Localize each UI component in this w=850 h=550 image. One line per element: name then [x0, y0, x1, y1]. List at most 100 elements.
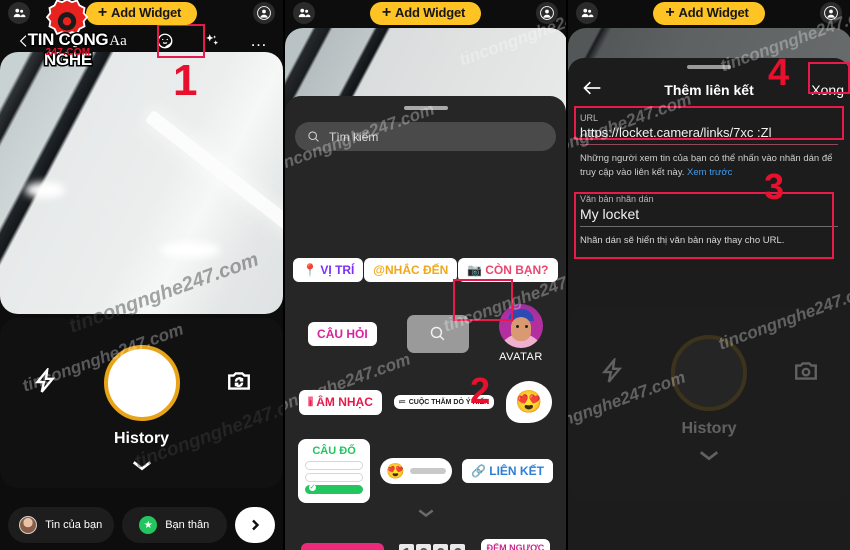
- photo-glow: [160, 242, 220, 258]
- profile-icon[interactable]: [536, 2, 558, 24]
- story-destination-row: Tin của bạn ★ Bạn thân: [0, 506, 283, 544]
- sticker-slider-emoji: 😍: [386, 463, 405, 480]
- search-input[interactable]: Tìm kiếm: [295, 122, 556, 151]
- sheet-grabber[interactable]: [687, 65, 731, 69]
- sticker-button-highlight: [157, 24, 205, 58]
- profile-icon[interactable]: [820, 2, 842, 24]
- chevron-down-icon: [418, 509, 433, 518]
- sticker-reaction[interactable]: 😍: [506, 381, 553, 423]
- search-placeholder: Tìm kiếm: [329, 129, 379, 144]
- arrow-left-icon[interactable]: [582, 80, 602, 101]
- step-badge-4: 4: [768, 52, 790, 94]
- next-button[interactable]: [235, 507, 275, 543]
- sticker-countdown[interactable]: ĐẾM NGƯỢC: [480, 539, 551, 550]
- panel3-topbar: + Add Widget: [568, 0, 850, 26]
- sticker-mention[interactable]: @NHẮC ĐẾN: [364, 258, 458, 282]
- panel-sticker-tray: + Add Widget Tìm kiếm 📍 VỊ TRÍ @NHẮC ĐẾN…: [283, 0, 566, 550]
- sheet-grabber[interactable]: [403, 106, 448, 110]
- sticker-location[interactable]: 📍 VỊ TRÍ: [293, 258, 364, 282]
- clock-digit: 6: [450, 544, 466, 550]
- sticker-row: #HASHTAG 1 0 0 6 ĐẾM NGƯỢC: [285, 539, 566, 550]
- panel2-topbar: + Add Widget: [285, 0, 566, 26]
- camera-controls-area-dimmed: History: [568, 308, 850, 500]
- add-widget-label: Add Widget: [678, 5, 749, 20]
- sticker-row: 📍 VỊ TRÍ @NHẮC ĐẾN 📷 CÒN BẠN?: [285, 258, 566, 282]
- add-widget-button[interactable]: + Add Widget: [369, 1, 482, 25]
- sticker-hashtag[interactable]: #HASHTAG: [300, 543, 384, 550]
- flash-icon: [599, 355, 625, 389]
- screenshot-stage: + Add Widget Aa … 1 History Tin của bạn …: [0, 0, 850, 550]
- sticker-text-highlight: [574, 192, 834, 259]
- add-widget-label: Add Widget: [395, 5, 466, 20]
- photo-glow: [25, 182, 65, 198]
- sticker-row: ⦀ ÂM NHẠC ≔ CUỘC THĂM DÒ Ý KIẾN 😍: [285, 381, 566, 423]
- sticker-clock[interactable]: 1 0 0 6: [399, 544, 466, 550]
- sticker-countdown-label: ĐẾM NGƯỢC: [486, 543, 545, 550]
- avatar: [19, 516, 38, 534]
- camera-controls-area: History: [0, 318, 283, 488]
- pin-icon: 📍: [302, 263, 318, 277]
- sticker-grid: 📍 VỊ TRÍ @NHẮC ĐẾN 📷 CÒN BẠN? CÂU HỎI AV…: [285, 246, 566, 550]
- clock-digit: 1: [399, 544, 415, 550]
- photo-light-streak: [144, 109, 283, 245]
- history-label[interactable]: History: [0, 430, 283, 448]
- sticker-slider[interactable]: 😍: [380, 458, 453, 484]
- sticker-question[interactable]: CÂU HỎI: [308, 321, 377, 346]
- more-options-label: …: [250, 30, 268, 50]
- groups-icon[interactable]: [576, 2, 598, 24]
- sticker-question-label: CÂU HỎI: [317, 326, 368, 341]
- camera-small-icon: 📷: [467, 263, 483, 277]
- panel-add-link: + Add Widget Thêm liên kết Xong URL http…: [566, 0, 850, 550]
- sticker-quiz-label: CÂU ĐỐ: [312, 445, 356, 457]
- sticker-location-label: VỊ TRÍ: [320, 263, 355, 277]
- sticker-sheet: Tìm kiếm 📍 VỊ TRÍ @NHẮC ĐẾN 📷 CÒN BẠN? C…: [285, 96, 566, 550]
- search-icon: [308, 131, 319, 142]
- clock-digit: 0: [433, 544, 449, 550]
- sticker-row: CÂU ĐỐ 😍 🔗 LIÊN KẾT: [285, 439, 566, 503]
- quiz-option-correct: [305, 484, 364, 494]
- profile-icon[interactable]: [253, 2, 275, 24]
- preview-link[interactable]: Xem trước: [687, 167, 732, 178]
- url-field-highlight: [574, 106, 844, 140]
- step-badge-1: 1: [173, 56, 198, 105]
- sticker-mention-label: @NHẮC ĐẾN: [373, 263, 449, 277]
- sticker-avatar-label: AVATAR: [499, 351, 543, 363]
- camera-flip-icon: [793, 358, 819, 389]
- url-field-underline: [580, 144, 838, 145]
- camera-flip-icon[interactable]: [226, 368, 252, 399]
- shutter-button: [671, 335, 747, 411]
- groups-icon[interactable]: [293, 2, 315, 24]
- sticker-music[interactable]: ⦀ ÂM NHẠC: [298, 389, 382, 415]
- sticker-row: CÂU HỎI AVATAR: [285, 304, 566, 363]
- chevron-right-icon: [252, 519, 260, 531]
- link-chain-icon: 🔗: [471, 464, 487, 478]
- story-photo-preview: [0, 52, 283, 314]
- sticker-link[interactable]: 🔗 LIÊN KẾT: [462, 459, 553, 483]
- url-helper-text: Những người xem tin của bạn có thể nhấn …: [580, 152, 838, 180]
- add-link-title: Thêm liên kết: [664, 82, 754, 98]
- sheet-collapse-chevron[interactable]: [285, 505, 566, 523]
- shutter-button[interactable]: [103, 345, 180, 421]
- sticker-still-there-label: CÒN BẠN?: [485, 263, 549, 277]
- your-story-button[interactable]: Tin của bạn: [8, 507, 114, 543]
- close-friends-button[interactable]: ★ Bạn thân: [121, 507, 227, 543]
- flash-icon[interactable]: [32, 365, 58, 399]
- quiz-option: [305, 473, 364, 482]
- music-wave-icon: ⦀: [307, 394, 314, 409]
- shutter-row: [0, 344, 283, 422]
- sticker-music-label: ÂM NHẠC: [316, 395, 373, 409]
- add-widget-button[interactable]: + Add Widget: [653, 1, 765, 25]
- poll-icon: ≔: [398, 399, 406, 406]
- panel-story-editor: + Add Widget Aa … 1 History Tin của bạn …: [0, 0, 283, 550]
- shutter-row: [568, 334, 850, 412]
- close-friends-label: Bạn thân: [165, 519, 210, 531]
- clock-digit: 0: [416, 544, 432, 550]
- history-label: History: [681, 420, 737, 437]
- link-sticker-highlight: [453, 279, 513, 321]
- sticker-quiz[interactable]: CÂU ĐỐ: [298, 439, 371, 503]
- sticker-reaction-emoji: 😍: [515, 389, 543, 414]
- chevron-down-icon[interactable]: [0, 458, 283, 476]
- more-options-icon[interactable]: …: [245, 27, 273, 55]
- plus-icon: +: [381, 3, 392, 21]
- step-badge-3: 3: [764, 166, 785, 207]
